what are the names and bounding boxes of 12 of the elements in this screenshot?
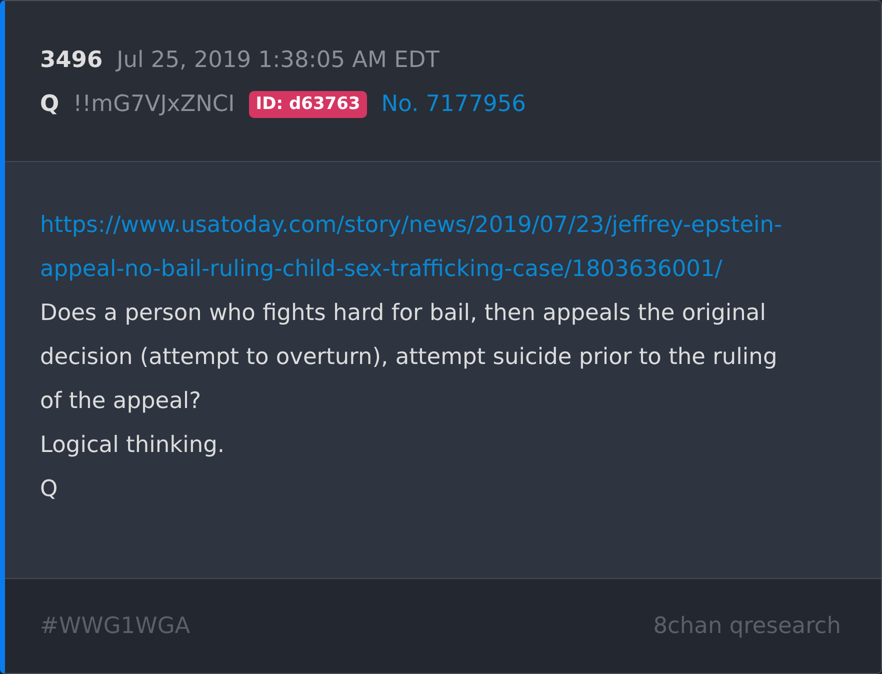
post-text: Does a person who fights hard for bail, then appeals the original decision (attempt to overturn), attempt suicide prior to the ruling of the appeal? [40,299,778,416]
post-number-link[interactable]: No. 7177956 [381,82,526,126]
article-link[interactable]: https://www.usatoday.com/story/news/2019/07/23/jeffrey-epstein-appeal-no-bail-ruling-child-sex-trafficking-case/1803636001/ [40,203,840,291]
post-text: Logical thinking. [40,431,225,460]
source-label: 8chan qresearch [653,612,841,641]
post-text: Q [40,475,58,504]
post-date: Jul 25, 2019 1:38:05 AM EDT [116,46,440,75]
author-name: Q [40,90,60,119]
tripcode: !!mG7VJxZNCI [73,90,235,119]
id-badge: ID: d63763 [248,90,368,118]
hashtag: #WWG1WGA [40,612,190,641]
post-number: 3496 [40,46,103,75]
